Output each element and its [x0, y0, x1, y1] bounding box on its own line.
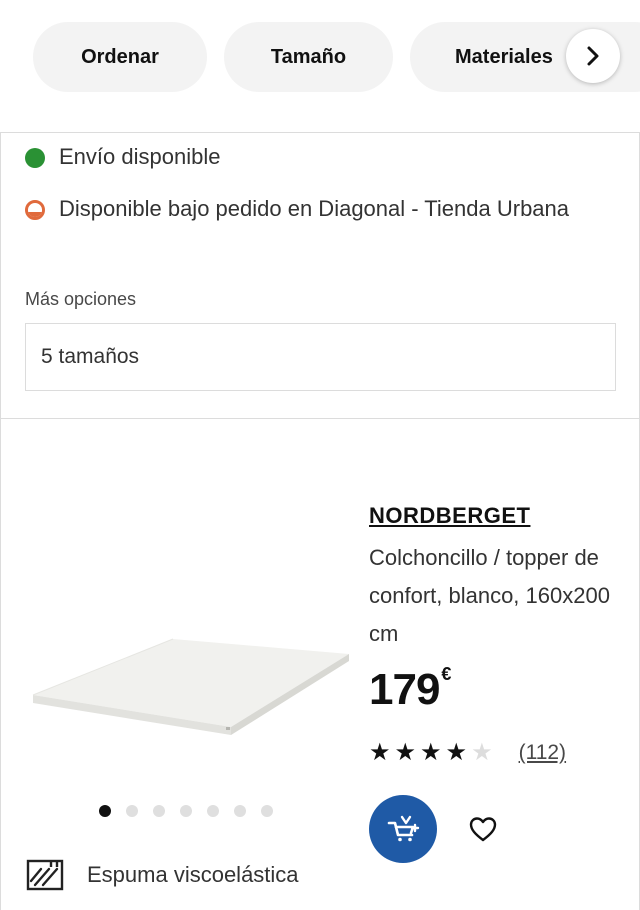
carousel-dot[interactable]	[99, 805, 111, 817]
product-card[interactable]: NORDBERGET Colchoncillo / topper de conf…	[0, 418, 640, 910]
size-filter-label: Tamaño	[270, 45, 347, 68]
filter-bar: Ordenar Tamaño Materiales	[0, 0, 640, 112]
price-amount: 179	[369, 665, 440, 714]
star-empty-icon: ★	[471, 739, 493, 766]
previous-product-card: Envío disponible Disponible bajo pedido …	[0, 132, 640, 418]
carousel-dot[interactable]	[234, 805, 246, 817]
on-order-status-icon	[25, 200, 45, 220]
star-full-icon: ★	[420, 739, 442, 766]
product-description: Colchoncillo / topper de confort, blanco…	[369, 545, 610, 646]
image-carousel-indicator	[99, 805, 288, 817]
more-options-label: Más opciones	[25, 289, 137, 309]
product-image[interactable]	[21, 479, 351, 799]
star-full-icon: ★	[445, 739, 468, 766]
product-price: 179 €	[369, 664, 631, 715]
product-name-link[interactable]: NORDBERGET	[369, 503, 631, 529]
carousel-dot[interactable]	[180, 805, 192, 817]
store-availability-text: Disponible bajo pedido en Diagonal - Tie…	[59, 196, 570, 221]
product-info: NORDBERGET Colchoncillo / topper de conf…	[369, 503, 631, 715]
sort-filter-chip[interactable]: Ordenar	[33, 22, 207, 92]
heart-icon[interactable]	[467, 813, 499, 845]
chevron-right-icon	[587, 46, 599, 66]
shipping-availability: Envío disponible	[25, 139, 220, 175]
size-options-text: 5 tamaños	[41, 345, 140, 368]
reviews-count-link[interactable]: (112)	[519, 741, 566, 765]
size-options-select[interactable]: 5 tamaños	[25, 323, 616, 391]
star-full-icon: ★	[369, 739, 391, 766]
add-to-cart-button[interactable]	[369, 795, 437, 863]
materials-filter-label: Materiales	[455, 45, 553, 68]
product-rating[interactable]: ★ ★ ★ ★ ★ (112)	[369, 741, 566, 765]
scroll-filters-next-button[interactable]	[566, 29, 620, 83]
product-feature: Espuma viscoelástica	[25, 857, 299, 893]
carousel-dot[interactable]	[153, 805, 165, 817]
carousel-dot[interactable]	[126, 805, 138, 817]
star-full-icon: ★	[394, 739, 417, 766]
store-availability: Disponible bajo pedido en Diagonal - Tie…	[25, 191, 585, 227]
memory-foam-icon	[26, 859, 64, 891]
price-currency: €	[441, 664, 451, 685]
shipping-availability-text: Envío disponible	[59, 144, 221, 169]
carousel-dot[interactable]	[261, 805, 273, 817]
available-status-icon	[25, 148, 45, 168]
product-list-page: Ordenar Tamaño Materiales Envío disponib…	[0, 0, 640, 910]
add-to-cart-icon	[387, 815, 420, 842]
feature-label: Espuma viscoelástica	[87, 862, 299, 887]
carousel-dot[interactable]	[207, 805, 219, 817]
size-filter-chip[interactable]: Tamaño	[224, 22, 393, 92]
sort-filter-label: Ordenar	[81, 45, 159, 68]
